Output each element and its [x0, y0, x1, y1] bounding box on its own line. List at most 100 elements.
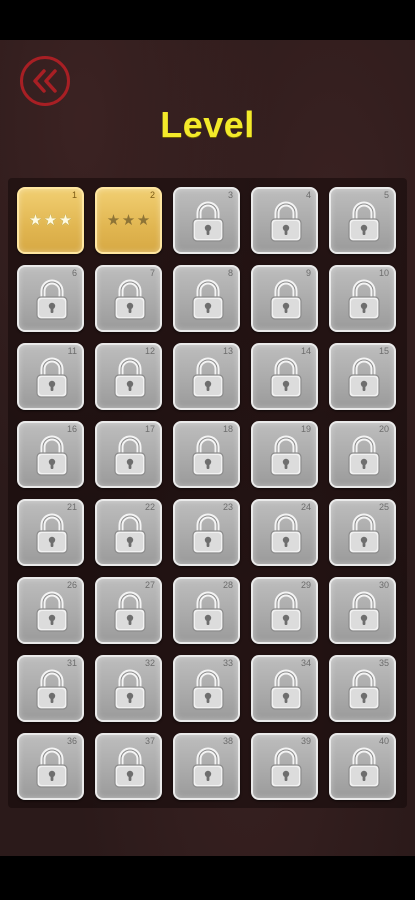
level-number: 12: [144, 346, 155, 356]
level-tile-31[interactable]: 31: [17, 655, 84, 722]
padlock-icon: [188, 512, 228, 556]
level-tile-15[interactable]: 15: [329, 343, 396, 410]
level-number: 6: [71, 268, 77, 278]
level-tile-5[interactable]: 5: [329, 187, 396, 254]
back-button[interactable]: [20, 56, 70, 106]
star-icon: ★: [28, 212, 43, 229]
level-tile-9[interactable]: 9: [251, 265, 318, 332]
padlock-icon: [266, 746, 306, 790]
padlock-icon: [32, 278, 72, 322]
level-tile-6[interactable]: 6: [17, 265, 84, 332]
star-icon: ★: [136, 212, 151, 229]
level-tile-10[interactable]: 10: [329, 265, 396, 332]
level-tile-20[interactable]: 20: [329, 421, 396, 488]
level-number: 34: [300, 658, 311, 668]
level-number: 13: [222, 346, 233, 356]
padlock-icon: [344, 668, 384, 712]
level-tile-34[interactable]: 34: [251, 655, 318, 722]
level-tile-23[interactable]: 23: [173, 499, 240, 566]
level-number: 32: [144, 658, 155, 668]
level-number: 16: [66, 424, 77, 434]
level-number: 29: [300, 580, 311, 590]
level-tile-28[interactable]: 28: [173, 577, 240, 644]
padlock-icon: [32, 512, 72, 556]
level-tile-39[interactable]: 39: [251, 733, 318, 800]
padlock-icon: [110, 746, 150, 790]
level-tile-11[interactable]: 11: [17, 343, 84, 410]
padlock-icon: [344, 590, 384, 634]
level-tile-36[interactable]: 36: [17, 733, 84, 800]
padlock-icon: [188, 200, 228, 244]
level-tile-4[interactable]: 4: [251, 187, 318, 254]
level-grid: 1 ★ ★ ★ 2 ★ ★ ★ 3 4 5 6 7 8 9 10 11 12 1…: [17, 187, 396, 800]
padlock-icon: [344, 512, 384, 556]
padlock-icon: [344, 746, 384, 790]
level-tile-27[interactable]: 27: [95, 577, 162, 644]
page-title: Level: [160, 104, 255, 145]
level-number: 20: [378, 424, 389, 434]
level-tile-14[interactable]: 14: [251, 343, 318, 410]
padlock-icon: [32, 590, 72, 634]
level-number: 4: [305, 190, 311, 200]
navigation-bar: [0, 856, 415, 900]
level-number: 1: [71, 190, 77, 200]
padlock-icon: [344, 200, 384, 244]
level-number: 11: [67, 346, 77, 356]
level-number: 28: [222, 580, 233, 590]
level-number: 33: [222, 658, 233, 668]
level-tile-13[interactable]: 13: [173, 343, 240, 410]
level-tile-2[interactable]: 2 ★ ★ ★: [95, 187, 162, 254]
level-tile-18[interactable]: 18: [173, 421, 240, 488]
level-number: 21: [66, 502, 77, 512]
level-number: 2: [149, 190, 155, 200]
padlock-icon: [266, 668, 306, 712]
level-tile-40[interactable]: 40: [329, 733, 396, 800]
level-tile-21[interactable]: 21: [17, 499, 84, 566]
level-tile-17[interactable]: 17: [95, 421, 162, 488]
level-number: 7: [149, 268, 155, 278]
padlock-icon: [32, 356, 72, 400]
level-tile-19[interactable]: 19: [251, 421, 318, 488]
padlock-icon: [266, 278, 306, 322]
level-number: 18: [222, 424, 233, 434]
padlock-icon: [32, 746, 72, 790]
level-number: 25: [378, 502, 389, 512]
level-tile-25[interactable]: 25: [329, 499, 396, 566]
padlock-icon: [188, 590, 228, 634]
level-tile-37[interactable]: 37: [95, 733, 162, 800]
level-number: 26: [66, 580, 77, 590]
padlock-icon: [110, 590, 150, 634]
level-tile-22[interactable]: 22: [95, 499, 162, 566]
level-tile-35[interactable]: 35: [329, 655, 396, 722]
level-tile-16[interactable]: 16: [17, 421, 84, 488]
level-number: 22: [144, 502, 155, 512]
level-number: 31: [66, 658, 77, 668]
level-number: 9: [305, 268, 311, 278]
level-number: 40: [378, 736, 389, 746]
level-number: 15: [378, 346, 389, 356]
star-icon: ★: [43, 212, 58, 229]
level-tile-3[interactable]: 3: [173, 187, 240, 254]
padlock-icon: [188, 668, 228, 712]
level-number: 8: [227, 268, 233, 278]
level-tile-7[interactable]: 7: [95, 265, 162, 332]
padlock-icon: [110, 356, 150, 400]
level-number: 35: [378, 658, 389, 668]
level-tile-24[interactable]: 24: [251, 499, 318, 566]
padlock-icon: [110, 278, 150, 322]
level-tile-26[interactable]: 26: [17, 577, 84, 644]
level-tile-38[interactable]: 38: [173, 733, 240, 800]
level-tile-29[interactable]: 29: [251, 577, 318, 644]
padlock-icon: [188, 434, 228, 478]
level-tile-1[interactable]: 1 ★ ★ ★: [17, 187, 84, 254]
level-tile-30[interactable]: 30: [329, 577, 396, 644]
level-number: 19: [300, 424, 311, 434]
level-tile-33[interactable]: 33: [173, 655, 240, 722]
level-tile-8[interactable]: 8: [173, 265, 240, 332]
level-tile-12[interactable]: 12: [95, 343, 162, 410]
level-number: 30: [378, 580, 389, 590]
star-icon: ★: [106, 212, 121, 229]
level-tile-32[interactable]: 32: [95, 655, 162, 722]
padlock-icon: [266, 512, 306, 556]
padlock-icon: [344, 356, 384, 400]
